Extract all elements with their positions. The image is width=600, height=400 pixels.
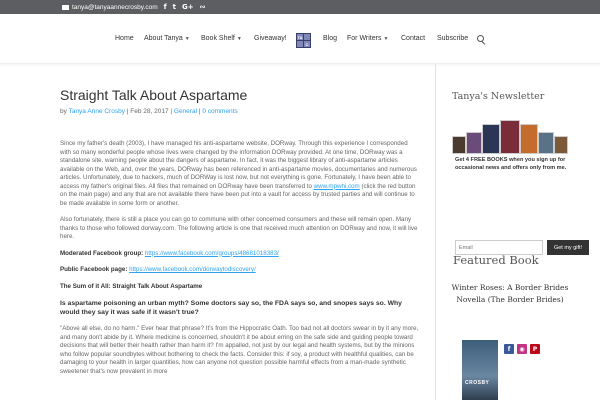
newsletter-text: Get 4 FREE BOOKS when you sign up for oc… xyxy=(455,157,567,171)
chevron-down-icon: ▼ xyxy=(184,36,190,42)
facebook-share-icon[interactable]: f xyxy=(504,344,514,354)
public-page: Public Facebook page: https://www.facebo… xyxy=(60,266,256,273)
nav-contact[interactable]: Contact xyxy=(401,35,425,42)
email-link[interactable]: tanya@tanyaannecrosby.com xyxy=(62,4,158,11)
paragraph: Also fortunately, there is still a place… xyxy=(60,216,418,240)
site-logo[interactable]: TA C xyxy=(296,33,311,48)
category-link[interactable]: General xyxy=(174,108,197,115)
sidebar-divider xyxy=(435,64,436,400)
get-gift-button[interactable]: Get my gift! xyxy=(547,240,589,255)
moderated-group: Moderated Facebook group: https://www.fa… xyxy=(60,249,279,257)
chevron-down-icon: ▼ xyxy=(383,36,389,42)
featured-book-cover[interactable]: CROSBY xyxy=(462,340,498,400)
search-icon[interactable] xyxy=(477,35,484,42)
post-title: Straight Talk About Aspartame xyxy=(60,87,248,103)
featured-book-title: Featured Book xyxy=(453,253,539,267)
author-link[interactable]: Tanya Anne Crosby xyxy=(69,108,125,115)
book-covers-image xyxy=(452,120,572,154)
nav-giveaway[interactable]: Giveaway! xyxy=(254,35,287,42)
post-body: Since my father's death (2003), I have m… xyxy=(60,140,420,384)
nav-about-tanya[interactable]: About Tanya ▼ xyxy=(144,35,190,42)
moderated-group-link[interactable]: https://www.facebook.com/groups/48681018… xyxy=(145,250,279,257)
featured-book-link[interactable]: Winter Roses: A Border Brides Novella (T… xyxy=(450,282,570,306)
nav-blog[interactable]: Blog xyxy=(323,35,337,42)
instagram-share-icon[interactable]: ◉ xyxy=(517,344,527,354)
nav-book-shelf[interactable]: Book Shelf ▼ xyxy=(201,35,242,42)
twitter-icon[interactable]: t xyxy=(173,3,176,11)
google-plus-icon[interactable]: G+ xyxy=(182,3,194,11)
post-date: Feb 28, 2017 xyxy=(130,108,169,115)
mpwhi-link[interactable]: www.mpwhi.com xyxy=(314,183,360,190)
site-header: Home About Tanya ▼ Book Shelf ▼ Giveaway! … xyxy=(0,14,600,64)
paragraph: Since my father's death (2003), I have m… xyxy=(60,140,417,207)
top-bar: tanya@tanyaannecrosby.com f t G+ ∾ xyxy=(0,0,600,14)
comments-link[interactable]: 0 comments xyxy=(202,108,237,115)
nav-for-writers[interactable]: For Writers ▼ xyxy=(347,35,388,42)
nav-home[interactable]: Home xyxy=(115,35,134,42)
public-page-link[interactable]: https://www.facebook.com/dorwaytodiscove… xyxy=(129,266,256,273)
question-heading: Is aspartame poisoning an urban myth? So… xyxy=(60,300,402,316)
post-meta: by Tanya Anne Crosby | Feb 28, 2017 | Ge… xyxy=(60,108,238,115)
section-heading: The Sum of it All: Straight Talk About A… xyxy=(60,282,203,290)
facebook-icon[interactable]: f xyxy=(164,3,167,11)
nav-subscribe[interactable]: Subscribe xyxy=(437,35,468,42)
post-header: Straight Talk About Aspartame by Tanya A… xyxy=(60,86,420,115)
chevron-down-icon: ▼ xyxy=(236,36,242,42)
rss-icon[interactable]: ∾ xyxy=(200,3,206,11)
newsletter-title: Tanya's Newsletter xyxy=(452,91,545,102)
pinterest-share-icon[interactable]: P xyxy=(530,344,540,354)
envelope-icon xyxy=(62,4,69,10)
paragraph: "Above all else, do no harm." Ever hear … xyxy=(60,325,419,375)
